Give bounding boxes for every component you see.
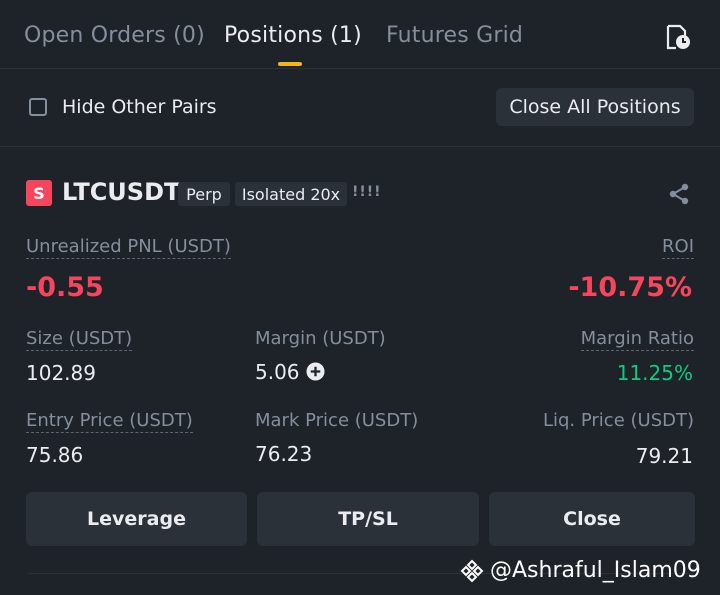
- margin-value: 5.06: [255, 360, 300, 384]
- watermark-text: @Ashraful_Islam09: [490, 558, 701, 583]
- close-all-positions-button[interactable]: Close All Positions: [496, 88, 694, 126]
- margin-ratio-value: 11.25%: [616, 361, 693, 385]
- size-value: 102.89: [26, 361, 96, 385]
- binance-logo-icon: [460, 559, 484, 582]
- roi-value: -10.75%: [568, 272, 692, 303]
- tab-futures-grid[interactable]: Futures Grid: [386, 23, 523, 48]
- active-tab-indicator: [278, 62, 302, 66]
- roi-label[interactable]: ROI: [662, 236, 694, 259]
- margin-ratio-label[interactable]: Margin Ratio: [580, 328, 694, 351]
- mark-price-label: Mark Price (USDT): [255, 410, 419, 431]
- entry-price-value: 75.86: [26, 443, 84, 467]
- margin-value-group: 5.06: [255, 360, 325, 384]
- liq-price-value: 79.21: [635, 444, 693, 468]
- unrealized-pnl-value: -0.55: [26, 272, 104, 303]
- close-position-button[interactable]: Close: [489, 492, 695, 546]
- margin-mode-tag[interactable]: Isolated 20x: [235, 182, 347, 206]
- tp-sl-button[interactable]: TP/SL: [257, 492, 479, 546]
- filter-row: Hide Other Pairs Close All Positions: [0, 68, 720, 147]
- entry-price-label[interactable]: Entry Price (USDT): [26, 410, 193, 433]
- short-side-badge: S: [26, 180, 52, 206]
- margin-label: Margin (USDT): [255, 328, 386, 349]
- hide-other-pairs-checkbox[interactable]: [29, 98, 47, 116]
- plus-circle-icon[interactable]: [306, 362, 325, 381]
- mark-price-value: 76.23: [255, 442, 313, 466]
- share-icon[interactable]: [668, 183, 690, 205]
- watermark: @Ashraful_Islam09: [460, 558, 701, 583]
- leverage-button[interactable]: Leverage: [26, 492, 247, 546]
- adl-indicator-icon: !!!!: [352, 184, 382, 200]
- tab-open-orders[interactable]: Open Orders (0): [24, 23, 205, 48]
- hide-other-pairs-label[interactable]: Hide Other Pairs: [62, 96, 217, 118]
- unrealized-pnl-label[interactable]: Unrealized PNL (USDT): [26, 236, 231, 259]
- position-symbol[interactable]: LTCUSDT: [62, 178, 180, 206]
- liq-price-label: Liq. Price (USDT): [542, 410, 694, 431]
- size-label[interactable]: Size (USDT): [26, 328, 133, 351]
- perp-tag: Perp: [178, 182, 230, 206]
- history-icon[interactable]: [665, 24, 691, 50]
- tab-bar: Open Orders (0) Positions (1) Futures Gr…: [0, 0, 720, 69]
- tab-positions[interactable]: Positions (1): [224, 23, 362, 48]
